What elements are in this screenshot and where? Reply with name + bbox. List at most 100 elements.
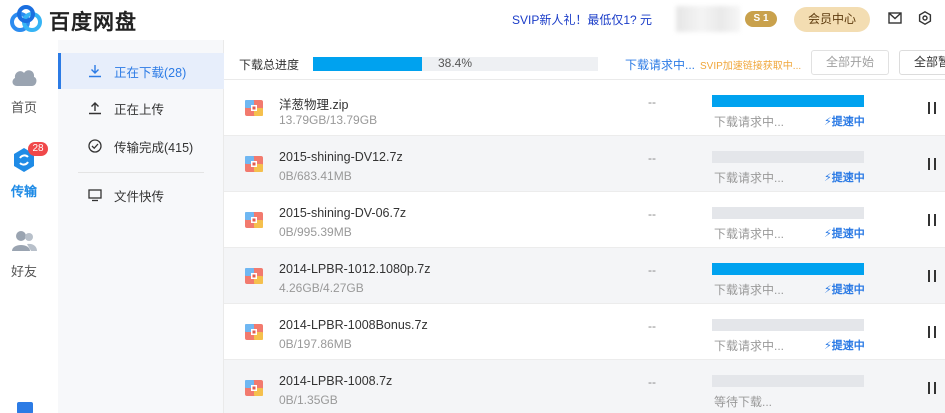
rail-item-transfer[interactable]: 28 传输: [0, 142, 48, 200]
file-name: 洋葱物理.zip: [279, 98, 349, 112]
mail-icon[interactable]: [888, 12, 902, 24]
gear-icon[interactable]: [918, 11, 932, 25]
rail-item-home[interactable]: 首页: [0, 64, 48, 116]
rail-item-friends[interactable]: 好友: [0, 228, 48, 280]
app-title: 百度网盘: [49, 11, 137, 34]
download-row[interactable]: 2014-LPBR-1008.7z 0B/1.35GB -- 等待下载...: [224, 360, 945, 413]
cloud-icon: [12, 70, 37, 86]
file-name: 2014-LPBR-1012.1080p.7z: [279, 262, 431, 276]
pause-icon[interactable]: [927, 102, 937, 114]
accel-label: 提速中: [831, 340, 865, 352]
pause-icon[interactable]: [927, 270, 937, 282]
pause-icon[interactable]: [927, 382, 937, 394]
file-progress-bar: [712, 375, 864, 387]
download-status: 下载请求中...: [714, 171, 785, 185]
sidebar-item-quick-transfer[interactable]: 文件快传: [58, 177, 224, 213]
accel-status[interactable]: ⚡提速中: [824, 337, 865, 353]
archive-file-icon: [245, 212, 263, 228]
overall-progress-fill: [313, 57, 423, 71]
avatar[interactable]: [676, 6, 740, 32]
sidebar-item-downloading[interactable]: 正在下载(28): [58, 53, 224, 89]
accel-status[interactable]: ⚡提速中: [824, 169, 865, 185]
accel-status[interactable]: ⚡提速中: [824, 281, 865, 297]
file-progress-fill: [712, 95, 864, 107]
download-status: 下载请求中...: [714, 339, 785, 353]
accel-label: 提速中: [831, 284, 865, 296]
check-circle-icon: [88, 139, 102, 153]
sidebar-item-completed[interactable]: 传输完成(415): [58, 128, 224, 164]
monitor-icon: [88, 189, 102, 202]
accel-status[interactable]: ⚡提速中: [824, 113, 865, 129]
sidebar-label: 传输完成(415): [114, 140, 194, 155]
file-size: 4.26GB/4.27GB: [279, 281, 364, 295]
friends-icon: [12, 231, 37, 251]
accel-label: 提速中: [831, 116, 865, 128]
rail-label-friends: 好友: [10, 264, 37, 279]
member-center-button[interactable]: 会员中心: [794, 7, 870, 32]
overall-status: 下载请求中...: [625, 58, 696, 72]
lightning-icon: ⚡: [824, 228, 832, 240]
file-size: 0B/995.39MB: [279, 225, 352, 239]
lightning-icon: ⚡: [824, 172, 832, 184]
archive-file-icon: [245, 156, 263, 172]
start-all-button[interactable]: 全部开始: [811, 50, 889, 75]
download-row[interactable]: 2014-LPBR-1008Bonus.7z 0B/197.86MB -- 下载请求中…: [224, 304, 945, 360]
nav-rail: 首页 28 传输 好友: [0, 40, 58, 413]
download-list-panel: 下载总进度 38.4% 下载请求中... SVIP加速链接获取中... 全部开始…: [224, 40, 945, 413]
download-speed: --: [648, 95, 656, 109]
svip-level: 1: [762, 13, 769, 24]
transfer-count-badge: 28: [28, 142, 48, 156]
svip-coin-icon: S: [753, 13, 761, 24]
svip-level-badge: S 1: [745, 11, 777, 27]
archive-file-icon: [245, 324, 263, 340]
file-progress-bar: [712, 319, 864, 331]
file-size: 13.79GB/13.79GB: [279, 113, 378, 127]
file-size: 0B/1.35GB: [279, 393, 338, 407]
app-window: 百度网盘 SVIP新人礼！最低仅1? 元 S 1 会员中心 首页 28 传输 好…: [0, 0, 945, 413]
download-speed: --: [648, 207, 656, 221]
download-row[interactable]: 2014-LPBR-1012.1080p.7z 4.26GB/4.27GB -- 下载…: [224, 248, 945, 304]
svip-promo-link[interactable]: SVIP新人礼！最低仅1? 元: [512, 11, 652, 28]
download-row[interactable]: 2015-shining-DV12.7z 0B/683.41MB -- 下载请求中..…: [224, 136, 945, 192]
archive-file-icon: [245, 380, 263, 396]
download-status: 下载请求中...: [714, 283, 785, 297]
top-bar: 百度网盘 SVIP新人礼！最低仅1? 元 S 1 会员中心: [0, 0, 945, 40]
rail-more-icon[interactable]: [17, 402, 33, 413]
archive-file-icon: [245, 100, 263, 116]
download-row[interactable]: 洋葱物理.zip 13.79GB/13.79GB -- 下载请求中... ⚡提速中: [224, 80, 945, 136]
file-progress-fill: [712, 263, 864, 275]
accel-label: 提速中: [831, 172, 865, 184]
file-progress-bar: [712, 207, 864, 219]
pause-icon[interactable]: [927, 326, 937, 338]
sidebar-label: 文件快传: [114, 189, 165, 204]
lightning-icon: ⚡: [824, 284, 832, 296]
pause-icon[interactable]: [927, 158, 937, 170]
file-size: 0B/683.41MB: [279, 169, 352, 183]
lightning-icon: ⚡: [824, 340, 832, 352]
file-name: 2014-LPBR-1008.7z: [279, 374, 393, 388]
overall-progress-row: 下载总进度 38.4% 下载请求中... SVIP加速链接获取中... 全部开始…: [224, 50, 945, 76]
svip-accel-hint[interactable]: SVIP加速链接获取中...: [700, 57, 801, 72]
file-progress-bar: [712, 95, 864, 107]
file-progress-bar: [712, 263, 864, 275]
download-status: 下载请求中...: [714, 227, 785, 241]
download-row[interactable]: 2015-shining-DV-06.7z 0B/995.39MB -- 下载请求中.…: [224, 192, 945, 248]
sidebar-item-uploading[interactable]: 正在上传: [58, 90, 224, 126]
overall-progress-label: 下载总进度: [239, 58, 300, 72]
archive-file-icon: [245, 268, 263, 284]
download-speed: --: [648, 151, 656, 165]
sidebar-label: 正在下载(28): [114, 65, 187, 80]
accel-status[interactable]: ⚡提速中: [824, 225, 865, 241]
pause-all-button[interactable]: 全部暂停: [899, 50, 945, 75]
file-size: 0B/197.86MB: [279, 337, 352, 351]
download-speed: --: [648, 319, 656, 333]
download-status: 下载请求中...: [714, 115, 785, 129]
download-icon: [89, 65, 101, 78]
download-speed: --: [648, 375, 656, 389]
pause-icon[interactable]: [927, 214, 937, 226]
sidebar-divider: [78, 172, 204, 173]
overall-progress-percent: 38.4%: [438, 56, 473, 70]
upload-icon: [89, 102, 101, 115]
download-status: 等待下载...: [714, 395, 773, 409]
file-name: 2014-LPBR-1008Bonus.7z: [279, 318, 428, 332]
